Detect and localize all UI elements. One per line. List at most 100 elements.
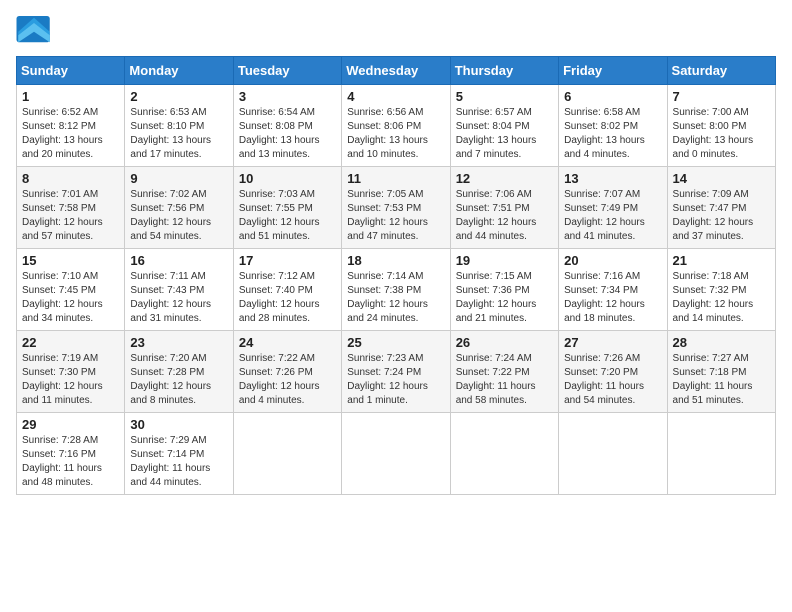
calendar-day-cell: 13 Sunrise: 7:07 AM Sunset: 7:49 PM Dayli…: [559, 167, 667, 249]
calendar-day-cell: 5 Sunrise: 6:57 AM Sunset: 8:04 PM Daylig…: [450, 85, 558, 167]
day-info: Sunrise: 7:24 AM Sunset: 7:22 PM Dayligh…: [456, 352, 553, 408]
day-info: Sunrise: 7:23 AM Sunset: 7:24 PM Dayligh…: [347, 352, 444, 408]
day-info: Sunrise: 7:16 AM Sunset: 7:34 PM Dayligh…: [564, 270, 661, 326]
day-info: Sunrise: 7:01 AM Sunset: 7:58 PM Dayligh…: [22, 188, 119, 244]
day-number: 7: [673, 89, 770, 104]
calendar-day-cell: 12 Sunrise: 7:06 AM Sunset: 7:51 PM Dayli…: [450, 167, 558, 249]
calendar-day-cell: 22 Sunrise: 7:19 AM Sunset: 7:30 PM Dayli…: [17, 331, 125, 413]
calendar-day-cell: 20 Sunrise: 7:16 AM Sunset: 7:34 PM Dayli…: [559, 249, 667, 331]
page-header: [16, 16, 776, 44]
calendar-day-cell: 25 Sunrise: 7:23 AM Sunset: 7:24 PM Dayli…: [342, 331, 450, 413]
day-info: Sunrise: 7:11 AM Sunset: 7:43 PM Dayligh…: [130, 270, 227, 326]
day-info: Sunrise: 7:00 AM Sunset: 8:00 PM Dayligh…: [673, 106, 770, 162]
day-number: 18: [347, 253, 444, 268]
day-number: 25: [347, 335, 444, 350]
calendar-header-row: SundayMondayTuesdayWednesdayThursdayFrid…: [17, 57, 776, 85]
day-number: 30: [130, 417, 227, 432]
day-info: Sunrise: 6:54 AM Sunset: 8:08 PM Dayligh…: [239, 106, 336, 162]
day-number: 29: [22, 417, 119, 432]
calendar-day-cell: 10 Sunrise: 7:03 AM Sunset: 7:55 PM Dayli…: [233, 167, 341, 249]
calendar-day-cell: 7 Sunrise: 7:00 AM Sunset: 8:00 PM Daylig…: [667, 85, 775, 167]
day-info: Sunrise: 6:56 AM Sunset: 8:06 PM Dayligh…: [347, 106, 444, 162]
day-number: 11: [347, 171, 444, 186]
day-number: 16: [130, 253, 227, 268]
day-info: Sunrise: 6:52 AM Sunset: 8:12 PM Dayligh…: [22, 106, 119, 162]
day-of-week-header: Saturday: [667, 57, 775, 85]
calendar-day-cell: 1 Sunrise: 6:52 AM Sunset: 8:12 PM Daylig…: [17, 85, 125, 167]
day-of-week-header: Friday: [559, 57, 667, 85]
day-info: Sunrise: 7:18 AM Sunset: 7:32 PM Dayligh…: [673, 270, 770, 326]
day-info: Sunrise: 7:19 AM Sunset: 7:30 PM Dayligh…: [22, 352, 119, 408]
day-number: 14: [673, 171, 770, 186]
day-info: Sunrise: 7:06 AM Sunset: 7:51 PM Dayligh…: [456, 188, 553, 244]
day-number: 24: [239, 335, 336, 350]
day-number: 4: [347, 89, 444, 104]
calendar-week-row: 1 Sunrise: 6:52 AM Sunset: 8:12 PM Daylig…: [17, 85, 776, 167]
calendar-day-cell: 2 Sunrise: 6:53 AM Sunset: 8:10 PM Daylig…: [125, 85, 233, 167]
calendar-day-cell: 6 Sunrise: 6:58 AM Sunset: 8:02 PM Daylig…: [559, 85, 667, 167]
day-info: Sunrise: 7:28 AM Sunset: 7:16 PM Dayligh…: [22, 434, 119, 490]
day-of-week-header: Sunday: [17, 57, 125, 85]
day-number: 5: [456, 89, 553, 104]
day-number: 8: [22, 171, 119, 186]
calendar-day-cell: 28 Sunrise: 7:27 AM Sunset: 7:18 PM Dayli…: [667, 331, 775, 413]
calendar-table: SundayMondayTuesdayWednesdayThursdayFrid…: [16, 56, 776, 495]
day-info: Sunrise: 7:26 AM Sunset: 7:20 PM Dayligh…: [564, 352, 661, 408]
day-of-week-header: Wednesday: [342, 57, 450, 85]
day-number: 19: [456, 253, 553, 268]
day-info: Sunrise: 7:09 AM Sunset: 7:47 PM Dayligh…: [673, 188, 770, 244]
calendar-day-cell: 30 Sunrise: 7:29 AM Sunset: 7:14 PM Dayli…: [125, 413, 233, 495]
calendar-day-cell: 26Sunrise: 7:24 AM Sunset: 7:22 PM Dayli…: [450, 331, 558, 413]
logo: [16, 16, 58, 44]
day-info: Sunrise: 7:20 AM Sunset: 7:28 PM Dayligh…: [130, 352, 227, 408]
calendar-day-cell: [342, 413, 450, 495]
day-info: Sunrise: 7:05 AM Sunset: 7:53 PM Dayligh…: [347, 188, 444, 244]
day-info: Sunrise: 7:03 AM Sunset: 7:55 PM Dayligh…: [239, 188, 336, 244]
calendar-day-cell: 29 Sunrise: 7:28 AM Sunset: 7:16 PM Dayli…: [17, 413, 125, 495]
calendar-week-row: 15 Sunrise: 7:10 AM Sunset: 7:45 PM Dayli…: [17, 249, 776, 331]
day-number: 10: [239, 171, 336, 186]
day-number: 15: [22, 253, 119, 268]
calendar-day-cell: 19 Sunrise: 7:15 AM Sunset: 7:36 PM Dayli…: [450, 249, 558, 331]
calendar-day-cell: [233, 413, 341, 495]
calendar-day-cell: 18 Sunrise: 7:14 AM Sunset: 7:38 PM Dayli…: [342, 249, 450, 331]
day-number: 20: [564, 253, 661, 268]
day-info: Sunrise: 7:10 AM Sunset: 7:45 PM Dayligh…: [22, 270, 119, 326]
day-info: Sunrise: 7:22 AM Sunset: 7:26 PM Dayligh…: [239, 352, 336, 408]
day-info: Sunrise: 7:14 AM Sunset: 7:38 PM Dayligh…: [347, 270, 444, 326]
day-number: 13: [564, 171, 661, 186]
day-number: 6: [564, 89, 661, 104]
calendar-day-cell: 3 Sunrise: 6:54 AM Sunset: 8:08 PM Daylig…: [233, 85, 341, 167]
day-of-week-header: Tuesday: [233, 57, 341, 85]
day-info: Sunrise: 6:57 AM Sunset: 8:04 PM Dayligh…: [456, 106, 553, 162]
day-number: 12: [456, 171, 553, 186]
day-info: Sunrise: 7:02 AM Sunset: 7:56 PM Dayligh…: [130, 188, 227, 244]
day-number: 28: [673, 335, 770, 350]
day-info: Sunrise: 7:07 AM Sunset: 7:49 PM Dayligh…: [564, 188, 661, 244]
day-info: Sunrise: 7:15 AM Sunset: 7:36 PM Dayligh…: [456, 270, 553, 326]
calendar-day-cell: 8 Sunrise: 7:01 AM Sunset: 7:58 PM Daylig…: [17, 167, 125, 249]
day-of-week-header: Monday: [125, 57, 233, 85]
day-info: Sunrise: 6:58 AM Sunset: 8:02 PM Dayligh…: [564, 106, 661, 162]
day-number: 23: [130, 335, 227, 350]
calendar-week-row: 22 Sunrise: 7:19 AM Sunset: 7:30 PM Dayli…: [17, 331, 776, 413]
calendar-day-cell: [559, 413, 667, 495]
day-number: 2: [130, 89, 227, 104]
calendar-day-cell: [450, 413, 558, 495]
calendar-week-row: 29 Sunrise: 7:28 AM Sunset: 7:16 PM Dayli…: [17, 413, 776, 495]
day-info: Sunrise: 7:29 AM Sunset: 7:14 PM Dayligh…: [130, 434, 227, 490]
day-number: 17: [239, 253, 336, 268]
calendar-day-cell: 11 Sunrise: 7:05 AM Sunset: 7:53 PM Dayli…: [342, 167, 450, 249]
calendar-day-cell: 21Sunrise: 7:18 AM Sunset: 7:32 PM Dayli…: [667, 249, 775, 331]
day-info: Sunrise: 7:27 AM Sunset: 7:18 PM Dayligh…: [673, 352, 770, 408]
day-number: 1: [22, 89, 119, 104]
calendar-day-cell: 4 Sunrise: 6:56 AM Sunset: 8:06 PM Daylig…: [342, 85, 450, 167]
calendar-day-cell: [667, 413, 775, 495]
calendar-day-cell: 16 Sunrise: 7:11 AM Sunset: 7:43 PM Dayli…: [125, 249, 233, 331]
day-number: 3: [239, 89, 336, 104]
calendar-day-cell: 17Sunrise: 7:12 AM Sunset: 7:40 PM Dayli…: [233, 249, 341, 331]
day-info: Sunrise: 6:53 AM Sunset: 8:10 PM Dayligh…: [130, 106, 227, 162]
calendar-day-cell: 15 Sunrise: 7:10 AM Sunset: 7:45 PM Dayli…: [17, 249, 125, 331]
calendar-day-cell: 27Sunrise: 7:26 AM Sunset: 7:20 PM Dayli…: [559, 331, 667, 413]
day-number: 22: [22, 335, 119, 350]
